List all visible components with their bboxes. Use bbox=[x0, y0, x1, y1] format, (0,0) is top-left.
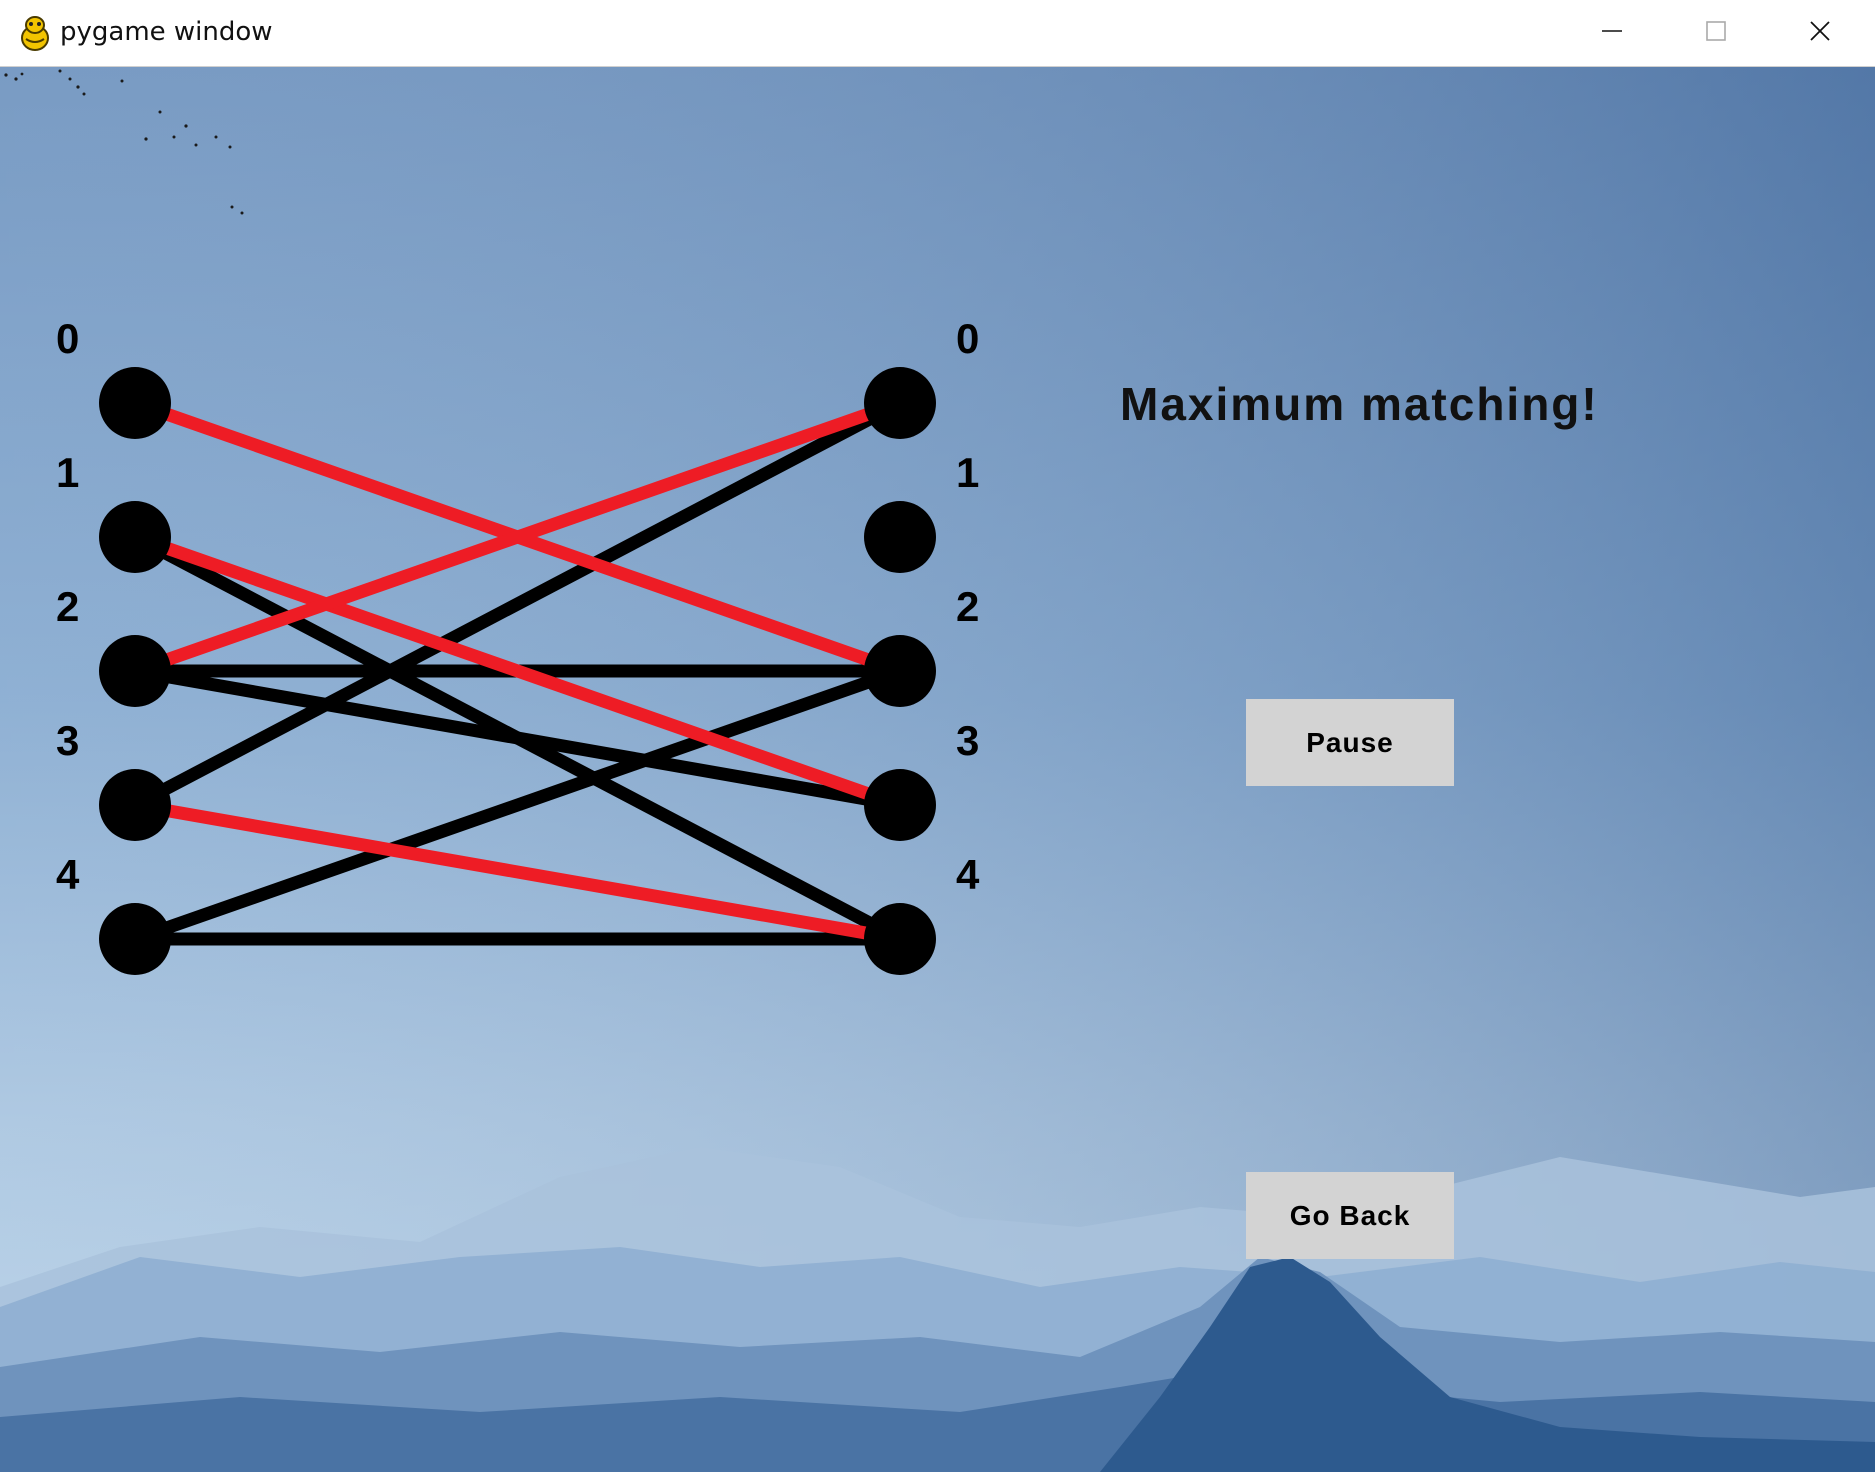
right-node bbox=[864, 903, 936, 975]
right-node-label: 0 bbox=[956, 315, 980, 362]
graph-edge bbox=[132, 664, 903, 946]
maximize-button[interactable] bbox=[1664, 0, 1768, 66]
right-node bbox=[864, 635, 936, 707]
left-node-label: 2 bbox=[56, 583, 80, 630]
right-node-label: 4 bbox=[956, 851, 980, 898]
right-node bbox=[864, 501, 936, 573]
pygame-snake-icon bbox=[18, 14, 52, 52]
left-node-label: 1 bbox=[56, 449, 80, 496]
game-canvas: 0 1 2 3 4 0 1 2 3 4 Maximum matching! Pa… bbox=[0, 67, 1875, 1472]
minimize-icon bbox=[1600, 19, 1624, 48]
go-back-button[interactable]: Go Back bbox=[1246, 1172, 1454, 1259]
left-node-label: 4 bbox=[56, 851, 80, 898]
right-node bbox=[864, 769, 936, 841]
minimize-button[interactable] bbox=[1560, 0, 1664, 66]
title-bar[interactable]: pygame window bbox=[0, 0, 1875, 67]
close-icon bbox=[1808, 19, 1832, 48]
right-node bbox=[864, 367, 936, 439]
right-node-label: 2 bbox=[956, 583, 980, 630]
window-title: pygame window bbox=[60, 17, 273, 47]
pause-button[interactable]: Pause bbox=[1246, 699, 1454, 786]
left-node-label: 3 bbox=[56, 717, 80, 764]
left-node bbox=[99, 903, 171, 975]
left-node bbox=[99, 769, 171, 841]
left-node bbox=[99, 635, 171, 707]
left-node bbox=[99, 367, 171, 439]
status-message: Maximum matching! bbox=[1120, 378, 1599, 430]
pygame-window: pygame window 0 1 2 3 4 0 1 2 3 4 Maximu… bbox=[0, 0, 1875, 1472]
right-node-label: 1 bbox=[956, 449, 980, 496]
left-node-label: 0 bbox=[56, 315, 80, 362]
bipartite-graph bbox=[99, 367, 936, 975]
maximize-icon bbox=[1704, 19, 1728, 48]
close-button[interactable] bbox=[1768, 0, 1872, 66]
right-node-label: 3 bbox=[956, 717, 980, 764]
left-node bbox=[99, 501, 171, 573]
